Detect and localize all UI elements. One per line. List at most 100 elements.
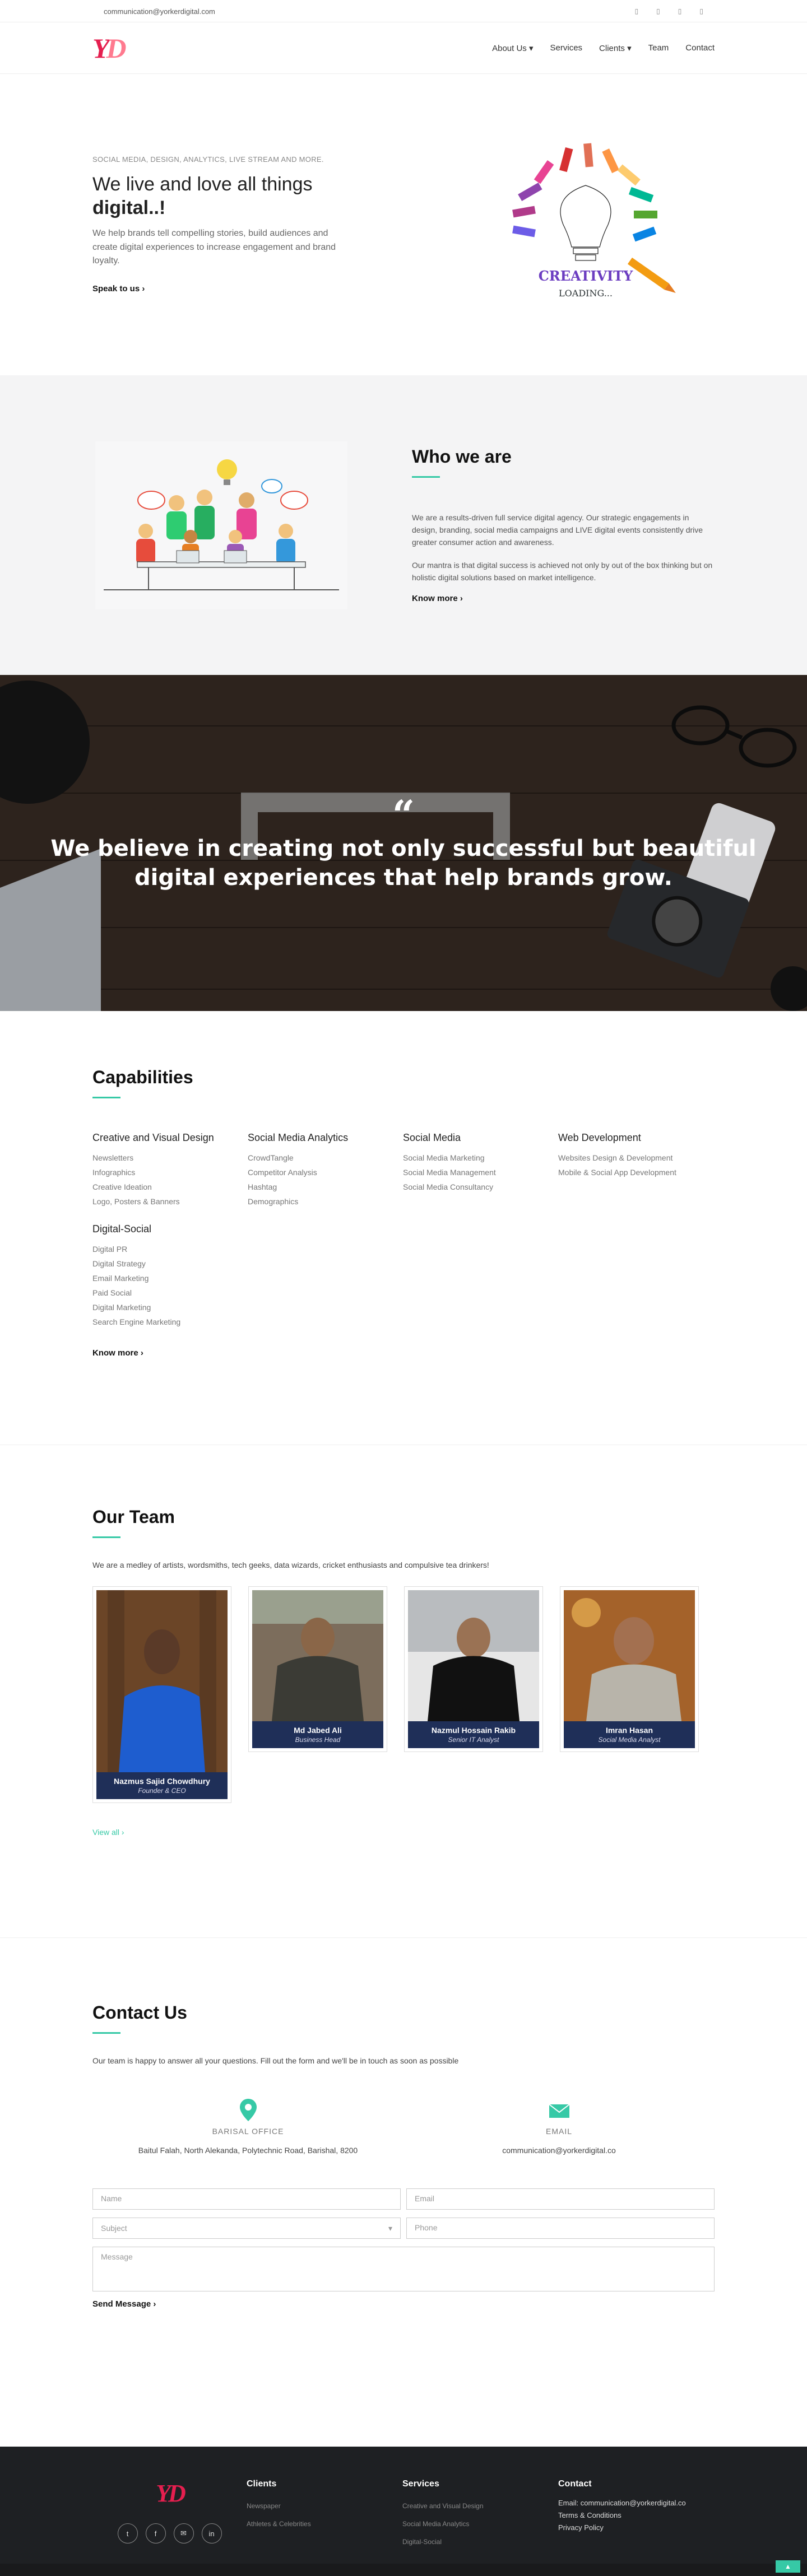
member-caption: Imran Hasan Social Media Analyst xyxy=(564,1721,695,1748)
capabilities-grid: Creative and Visual Design Newsletters I… xyxy=(92,1132,715,1344)
footer-logo[interactable]: YD xyxy=(92,2479,247,2508)
email-value[interactable]: communication@yorkerdigital.co xyxy=(404,2146,715,2155)
nav-contact[interactable]: Contact xyxy=(685,43,715,53)
send-message-button[interactable]: Send Message › xyxy=(92,2299,715,2309)
footer-link[interactable]: Athletes & Celebrities xyxy=(247,2515,402,2533)
member-caption: Md Jabed Ali Business Head xyxy=(252,1721,383,1748)
topbar-email[interactable]: communication@yorkerdigital.com xyxy=(104,7,215,16)
footer-link[interactable]: Digital-Social xyxy=(402,2533,558,2551)
footer-bottom-bar xyxy=(0,2564,807,2576)
creativity-text: CREATIVITY xyxy=(539,268,633,284)
topbar-socials: ▯ ▯ ▯ ▯ xyxy=(635,7,703,15)
quote-content: “ We believe in creating not only succes… xyxy=(0,791,807,892)
nav-about[interactable]: About Us ▾ xyxy=(492,43,533,53)
capability-title: Social Media xyxy=(403,1132,461,1143)
capability-item: Creative Ideation xyxy=(92,1182,152,1191)
arrow-icon: › xyxy=(140,1348,143,1358)
footer-contact-title: Contact xyxy=(558,2479,592,2489)
quote-icon: “ xyxy=(392,791,415,838)
speak-to-us-link[interactable]: Speak to us › xyxy=(92,284,145,294)
member-name: Imran Hasan xyxy=(605,1726,653,1735)
terms-link[interactable]: Terms & Conditions xyxy=(558,2509,714,2522)
footer-email[interactable]: Email: communication@yorkerdigital.co xyxy=(558,2497,714,2509)
facebook-icon[interactable]: f xyxy=(145,2523,166,2544)
message-field[interactable]: Message xyxy=(92,2247,715,2291)
nav-team[interactable]: Team xyxy=(648,43,669,53)
capability-title: Digital-Social xyxy=(92,1223,152,1235)
team-meeting-illustration xyxy=(92,441,350,609)
capability-item: Logo, Posters & Banners xyxy=(92,1197,180,1206)
who-we-are-content: Who we are We are a results-driven full … xyxy=(412,446,715,604)
contact-intro: Our team is happy to answer all your que… xyxy=(92,2056,459,2065)
capability-item: Infographics xyxy=(92,1168,136,1177)
title-underline xyxy=(92,2032,120,2034)
privacy-link[interactable]: Privacy Policy xyxy=(558,2522,714,2534)
subject-select[interactable]: Subject ▾ xyxy=(92,2218,401,2239)
email-field[interactable]: Email xyxy=(406,2188,715,2210)
email-block: EMAIL communication@yorkerdigital.co xyxy=(404,2099,715,2155)
member-caption: Nazmus Sajid Chowdhury Founder & CEO xyxy=(96,1772,228,1799)
who-know-more-link[interactable]: Know more › xyxy=(412,594,463,603)
back-to-top-button[interactable]: ▲ xyxy=(776,2560,800,2573)
team-member-card[interactable]: Nazmus Sajid Chowdhury Founder & CEO xyxy=(92,1586,231,1803)
creativity-bulb-illustration: CREATIVITY LOADING... xyxy=(490,129,681,320)
team-intro: We are a medley of artists, wordsmiths, … xyxy=(92,1560,489,1569)
capability-title: Web Development xyxy=(558,1132,641,1143)
capability-group: Digital-Social Digital PR Digital Strate… xyxy=(92,1223,248,1329)
office-block: BARISAL OFFICE Baitul Falah, North Aleka… xyxy=(92,2099,404,2155)
footer-link[interactable]: Social Media Analytics xyxy=(402,2515,558,2533)
capabilities-know-more-link[interactable]: Know more › xyxy=(92,1348,143,1358)
capability-group: Web Development Websites Design & Develo… xyxy=(558,1132,713,1209)
title-underline xyxy=(92,1097,120,1098)
member-name: Md Jabed Ali xyxy=(294,1726,342,1735)
twitter-icon[interactable]: ▯ xyxy=(656,7,660,15)
footer-link[interactable]: Creative and Visual Design xyxy=(402,2497,558,2515)
capability-item: Digital Marketing xyxy=(92,1303,151,1312)
footer-link[interactable]: Newspaper xyxy=(247,2497,402,2515)
twitter-icon[interactable]: t xyxy=(117,2523,138,2544)
capability-group: Creative and Visual Design Newsletters I… xyxy=(92,1132,248,1209)
team-members: Nazmus Sajid Chowdhury Founder & CEO Md … xyxy=(92,1586,715,1803)
contact-title: Contact Us xyxy=(92,2002,187,2023)
nav-clients[interactable]: Clients ▾ xyxy=(599,43,632,53)
envelope-icon xyxy=(404,2099,715,2121)
facebook-icon[interactable]: ▯ xyxy=(635,7,639,15)
hero-description: We help brands tell compelling stories, … xyxy=(92,228,336,266)
capability-item: CrowdTangle xyxy=(248,1153,294,1162)
capability-group: Social Media Analytics CrowdTangle Compe… xyxy=(248,1132,403,1209)
email-icon[interactable]: ✉ xyxy=(173,2523,194,2544)
capability-item: Paid Social xyxy=(92,1288,132,1297)
chevron-down-icon: ▾ xyxy=(627,44,632,53)
name-field[interactable]: Name xyxy=(92,2188,401,2210)
capability-item: Hashtag xyxy=(248,1182,277,1191)
capability-item: Social Media Management xyxy=(403,1168,496,1177)
site-footer: YD t f ✉ in Clients Newspaper Athletes &… xyxy=(0,2447,807,2576)
member-name: Nazmus Sajid Chowdhury xyxy=(114,1777,210,1786)
footer-services: Services Creative and Visual Design Soci… xyxy=(402,2479,558,2551)
hero-title: We live and love all things digital..! xyxy=(92,173,313,219)
arrow-icon: › xyxy=(460,594,463,604)
view-all-link[interactable]: View all › xyxy=(92,1828,715,1837)
chevron-down-icon: ▾ xyxy=(528,44,534,53)
title-underline xyxy=(92,1536,120,1538)
linkedin-icon[interactable]: in xyxy=(201,2523,222,2544)
member-role: Senior IT Analyst xyxy=(448,1736,499,1744)
nav-services[interactable]: Services xyxy=(550,43,583,53)
capability-item: Search Engine Marketing xyxy=(92,1317,181,1326)
capability-title: Social Media Analytics xyxy=(248,1132,349,1143)
top-bar: communication@yorkerdigital.com ▯ ▯ ▯ ▯ xyxy=(0,0,807,22)
contact-form: Name Email Subject ▾ Phone Message Send … xyxy=(92,2188,715,2309)
member-caption: Nazmul Hossain Rakib Senior IT Analyst xyxy=(408,1721,539,1748)
footer-contact: Contact Email: communication@yorkerdigit… xyxy=(558,2479,714,2551)
team-member-card[interactable]: Nazmul Hossain Rakib Senior IT Analyst xyxy=(404,1586,543,1752)
contact-info: BARISAL OFFICE Baitul Falah, North Aleka… xyxy=(92,2099,715,2155)
capability-item: Competitor Analysis xyxy=(248,1168,317,1177)
team-member-card[interactable]: Imran Hasan Social Media Analyst xyxy=(560,1586,699,1752)
team-member-card[interactable]: Md Jabed Ali Business Head xyxy=(248,1586,387,1752)
phone-field[interactable]: Phone xyxy=(406,2218,715,2239)
site-logo[interactable]: YD xyxy=(92,32,127,64)
hero-eyebrow: SOCIAL MEDIA, DESIGN, ANALYTICS, LIVE ST… xyxy=(92,155,324,164)
instagram-icon[interactable]: ▯ xyxy=(678,7,682,15)
linkedin-icon[interactable]: ▯ xyxy=(699,7,703,15)
hero-section: SOCIAL MEDIA, DESIGN, ANALYTICS, LIVE ST… xyxy=(0,74,807,375)
